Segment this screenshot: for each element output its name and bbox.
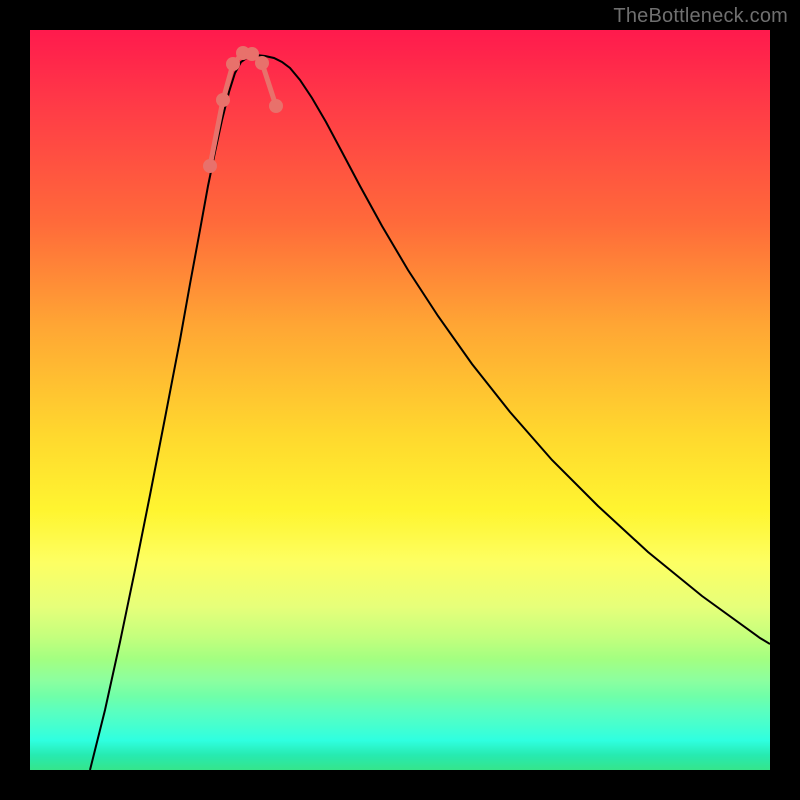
curve-svg: [30, 30, 770, 770]
marker-point: [216, 93, 230, 107]
marker-point: [226, 57, 240, 71]
marker-point: [203, 159, 217, 173]
bottleneck-curve: [90, 55, 770, 770]
marker-point: [269, 99, 283, 113]
marker-connector: [210, 53, 276, 166]
chart-frame: TheBottleneck.com: [0, 0, 800, 800]
plot-area: [30, 30, 770, 770]
watermark: TheBottleneck.com: [613, 5, 788, 28]
marker-point: [255, 56, 269, 70]
